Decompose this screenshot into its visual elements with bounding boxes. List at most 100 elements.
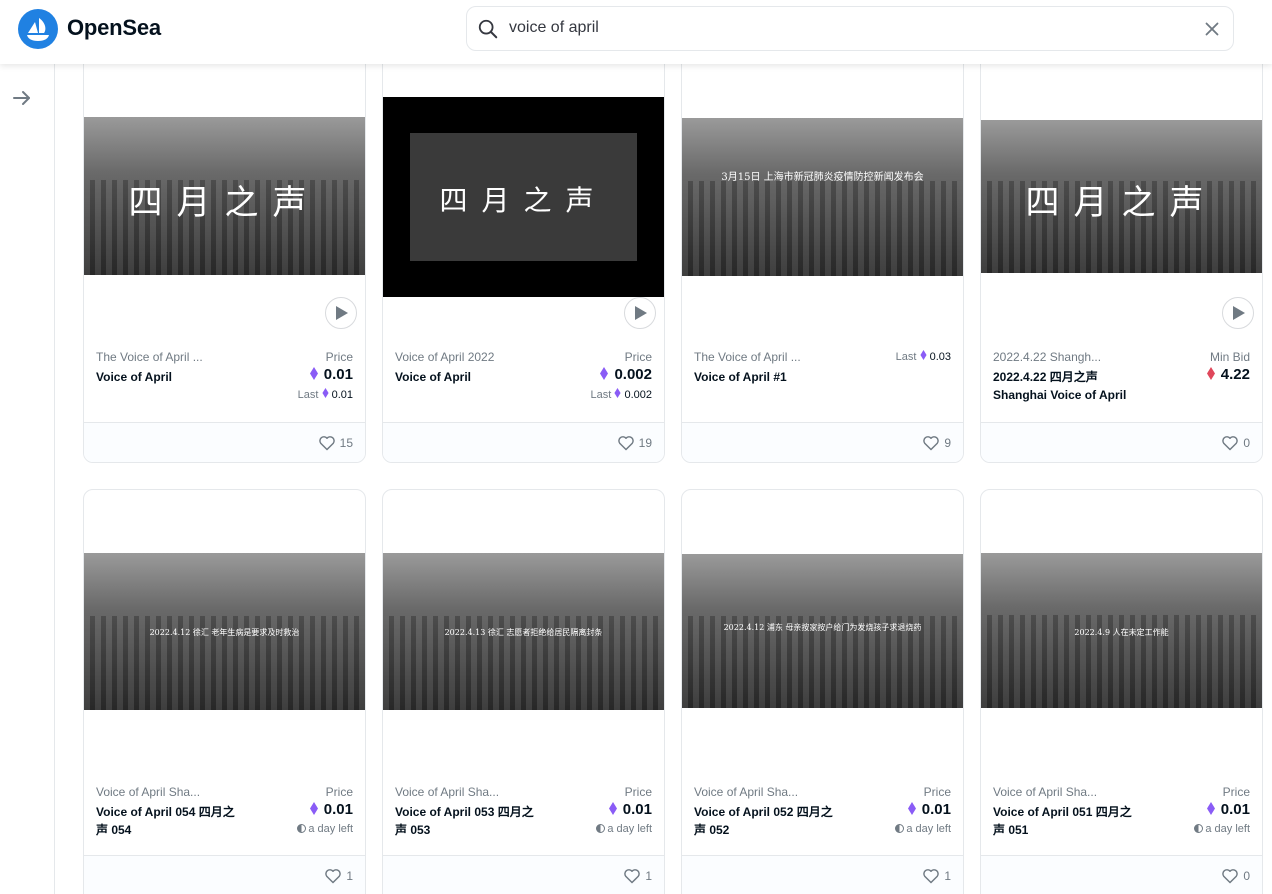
price-label: Price [923, 785, 951, 799]
brand-name[interactable]: OpenSea [67, 15, 161, 41]
results-grid: 四月之声 The Voice of April ... Voice of Apr… [83, 64, 1263, 894]
nft-thumbnail[interactable]: 四月之声 [383, 97, 664, 297]
price-label: Price [624, 350, 652, 364]
collection-name[interactable]: Voice of April Sha... [694, 785, 798, 799]
collection-name[interactable]: Voice of April Sha... [395, 785, 499, 799]
weth-icon [1206, 367, 1215, 380]
nft-thumbnail[interactable]: 2022.4.12 浦东 母亲按家按户给门为发烧孩子求退烧药 [682, 554, 963, 708]
heart-icon[interactable] [324, 868, 342, 884]
time-left: a day left [596, 823, 652, 835]
heart-icon[interactable] [1221, 868, 1239, 884]
thumbnail-title: 四月之声 [1025, 183, 1218, 223]
nft-card[interactable]: 四月之声 2022.4.22 Shangh... 2022.4.22 四月之声 … [980, 64, 1263, 463]
nft-card[interactable]: 四月之声 The Voice of April ... Voice of Apr… [83, 64, 366, 463]
top-header: OpenSea voice of april [0, 0, 1272, 64]
opensea-logo[interactable] [18, 9, 58, 49]
price-label: Price [325, 785, 353, 799]
thumbnail-caption: 2022.4.12 浦东 母亲按家按户给门为发烧孩子求退烧药 [723, 623, 922, 632]
collection-name[interactable]: The Voice of April ... [96, 350, 203, 364]
like-count[interactable]: 9 [922, 435, 951, 451]
card-footer: 9 [682, 422, 963, 462]
eth-icon [919, 350, 927, 360]
nft-thumbnail[interactable]: 四月之声 [84, 117, 365, 275]
eth-icon [321, 388, 329, 398]
search-input[interactable]: voice of april [509, 19, 599, 37]
collection-name[interactable]: 2022.4.22 Shangh... [993, 350, 1101, 364]
heart-icon[interactable] [1221, 435, 1239, 451]
nft-card[interactable]: 2022.4.9 人在未定工作能 Voice of April Sha... V… [980, 489, 1263, 894]
like-count[interactable]: 1 [922, 868, 951, 884]
item-name[interactable]: Voice of April [96, 368, 246, 386]
nft-thumbnail[interactable]: 2022.4.12 徐汇 老年生病是要求及时救治 [84, 553, 365, 710]
play-button[interactable] [624, 297, 656, 329]
eth-icon [608, 802, 617, 815]
price-label: Price [624, 785, 652, 799]
item-name[interactable]: Voice of April 051 四月之声 051 [993, 803, 1143, 839]
eth-icon [614, 388, 621, 398]
nft-thumbnail[interactable]: 2022.4.9 人在未定工作能 [981, 553, 1262, 708]
eth-icon [600, 367, 609, 380]
clock-icon [596, 824, 606, 833]
like-count[interactable]: 0 [1221, 868, 1250, 884]
play-icon [336, 306, 348, 320]
eth-icon [309, 802, 318, 815]
like-count[interactable]: 1 [324, 868, 353, 884]
collection-name[interactable]: Voice of April Sha... [993, 785, 1097, 799]
item-name[interactable]: Voice of April 053 四月之声 053 [395, 803, 545, 839]
arrow-right-icon[interactable] [10, 86, 34, 110]
price-label: Price [1222, 785, 1250, 799]
nft-card[interactable]: 四月之声 Voice of April 2022 Voice of April … [382, 64, 665, 463]
price-value: 0.01 [309, 366, 353, 383]
price-value: 0.002 [600, 366, 652, 383]
collection-name[interactable]: The Voice of April ... [694, 350, 801, 364]
like-count[interactable]: 0 [1221, 435, 1250, 451]
nft-card[interactable]: 2022.4.13 徐汇 志愿者拒绝给居民隔离封条 Voice of April… [382, 489, 665, 894]
heart-icon[interactable] [623, 868, 641, 884]
card-footer: 15 [84, 422, 365, 462]
heart-icon[interactable] [922, 868, 940, 884]
item-name[interactable]: Voice of April #1 [694, 368, 844, 386]
heart-icon[interactable] [922, 435, 940, 451]
thumbnail-title: 四月之声 [439, 184, 608, 217]
heart-icon[interactable] [318, 435, 336, 451]
play-button[interactable] [325, 297, 357, 329]
filter-sidebar [0, 64, 55, 894]
thumbnail-title: 四月之声 [128, 183, 321, 223]
search-bar[interactable]: voice of april [466, 6, 1234, 51]
item-name[interactable]: 2022.4.22 四月之声 Shanghai Voice of April [993, 368, 1143, 404]
nft-thumbnail[interactable]: 四月之声 [981, 120, 1262, 273]
nft-thumbnail[interactable]: 2022.4.13 徐汇 志愿者拒绝给居民隔离封条 [383, 553, 664, 710]
like-count[interactable]: 19 [617, 435, 652, 451]
collection-name[interactable]: Voice of April Sha... [96, 785, 200, 799]
thumbnail-caption: 3月15日 上海市新冠肺炎疫情防控新闻发布会 [721, 172, 924, 183]
eth-icon [309, 367, 318, 380]
item-name[interactable]: Voice of April [395, 368, 545, 386]
heart-icon[interactable] [617, 435, 635, 451]
clock-icon [895, 824, 905, 833]
item-name[interactable]: Voice of April 052 四月之声 052 [694, 803, 844, 839]
clock-icon [297, 824, 307, 833]
play-icon [635, 306, 647, 320]
card-footer: 1 [84, 855, 365, 894]
like-count[interactable]: 15 [318, 435, 353, 451]
last-sale: Last 0.01 [297, 388, 353, 401]
card-footer: 1 [682, 855, 963, 894]
card-footer: 0 [981, 855, 1262, 894]
price-value: 0.01 [907, 801, 951, 818]
search-icon [478, 19, 498, 39]
clock-icon [1194, 824, 1204, 833]
nft-thumbnail[interactable]: 3月15日 上海市新冠肺炎疫情防控新闻发布会 [682, 118, 963, 276]
collection-name[interactable]: Voice of April 2022 [395, 350, 494, 364]
nft-card[interactable]: 2022.4.12 浦东 母亲按家按户给门为发烧孩子求退烧药 Voice of … [681, 489, 964, 894]
nft-card[interactable]: 2022.4.12 徐汇 老年生病是要求及时救治 Voice of April … [83, 489, 366, 894]
item-name[interactable]: Voice of April 054 四月之声 054 [96, 803, 246, 839]
play-button[interactable] [1222, 297, 1254, 329]
nft-card[interactable]: 3月15日 上海市新冠肺炎疫情防控新闻发布会 The Voice of Apri… [681, 64, 964, 463]
price-label: Price [325, 350, 353, 364]
play-icon [1233, 306, 1245, 320]
price-value: 0.01 [1206, 801, 1250, 818]
card-footer: 0 [981, 422, 1262, 462]
close-icon[interactable] [1201, 18, 1223, 40]
like-count[interactable]: 1 [623, 868, 652, 884]
thumbnail-caption: 2022.4.9 人在未定工作能 [1074, 628, 1169, 637]
